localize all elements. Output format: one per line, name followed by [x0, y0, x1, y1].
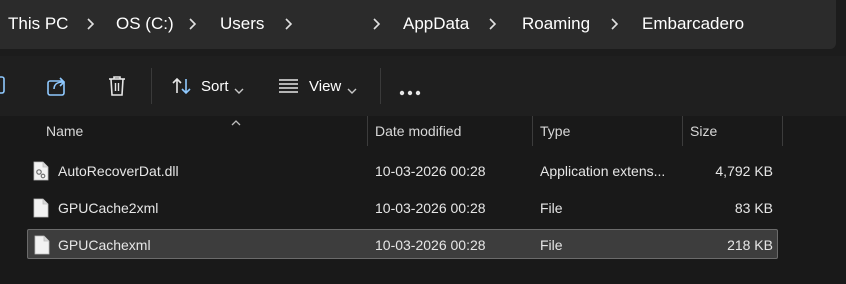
file-name: AutoRecoverDat.dll: [58, 163, 179, 179]
breadcrumb-item-this-pc[interactable]: This PC: [8, 14, 68, 34]
file-size: 218 KB: [727, 237, 773, 253]
file-type: Application extens...: [540, 163, 666, 179]
table-row[interactable]: AutoRecoverDat.dll 10-03-2026 00:28 Appl…: [27, 156, 778, 186]
table-row-selected[interactable]: GPUCachexml 10-03-2026 00:28 File 218 KB: [27, 229, 778, 259]
column-divider[interactable]: [367, 116, 368, 146]
more-icon[interactable]: [399, 83, 421, 101]
file-name: GPUCachexml: [58, 237, 151, 253]
file-icon: [34, 235, 50, 260]
copy-icon[interactable]: [0, 75, 8, 102]
toolbar-divider: [380, 68, 381, 104]
command-bar: Sort View: [0, 56, 846, 116]
delete-icon[interactable]: [106, 74, 128, 103]
share-icon[interactable]: [46, 75, 68, 102]
chevron-down-icon[interactable]: [347, 82, 357, 100]
table-row[interactable]: GPUCache2xml 10-03-2026 00:28 File 83 KB: [27, 193, 778, 223]
sort-ascending-icon: [230, 114, 242, 132]
sort-button-label[interactable]: Sort: [201, 78, 229, 95]
breadcrumb-item-os-c[interactable]: OS (C:): [116, 14, 174, 34]
dll-file-icon: [33, 161, 49, 186]
breadcrumb: This PC OS (C:) Users AppData Roaming Em…: [0, 0, 836, 49]
column-header-date[interactable]: Date modified: [375, 116, 461, 146]
column-divider[interactable]: [682, 116, 683, 146]
column-header-size[interactable]: Size: [690, 116, 717, 146]
file-list: Name Date modified Type Size AutoRecover…: [0, 116, 846, 284]
file-size: 4,792 KB: [715, 163, 773, 179]
toolbar-divider: [151, 68, 152, 104]
address-bar-edge: [836, 0, 846, 49]
sort-icon[interactable]: [171, 76, 193, 101]
breadcrumb-item-roaming[interactable]: Roaming: [522, 14, 590, 34]
column-divider[interactable]: [782, 116, 783, 146]
breadcrumb-item-users[interactable]: Users: [220, 14, 264, 34]
chevron-right-icon[interactable]: [84, 14, 98, 34]
column-header-type[interactable]: Type: [540, 116, 570, 146]
file-date: 10-03-2026 00:28: [375, 200, 486, 216]
file-type: File: [540, 237, 563, 253]
chevron-right-icon[interactable]: [282, 14, 296, 34]
breadcrumb-item-appdata[interactable]: AppData: [403, 14, 469, 34]
file-date: 10-03-2026 00:28: [375, 163, 486, 179]
column-header-name[interactable]: Name: [46, 116, 83, 146]
file-name: GPUCache2xml: [58, 200, 159, 216]
view-button-label[interactable]: View: [309, 78, 341, 95]
column-header-row: Name Date modified Type Size: [30, 116, 790, 146]
chevron-right-icon[interactable]: [370, 14, 384, 34]
file-icon: [33, 198, 49, 223]
breadcrumb-item-embarcadero[interactable]: Embarcadero: [642, 14, 744, 34]
view-icon[interactable]: [278, 78, 300, 99]
chevron-right-icon[interactable]: [486, 14, 500, 34]
file-date: 10-03-2026 00:28: [375, 237, 486, 253]
chevron-down-icon[interactable]: [234, 82, 244, 100]
file-type: File: [540, 200, 563, 216]
file-size: 83 KB: [734, 200, 773, 216]
chevron-right-icon[interactable]: [186, 14, 200, 34]
column-divider[interactable]: [532, 116, 533, 146]
chevron-right-icon[interactable]: [608, 14, 622, 34]
